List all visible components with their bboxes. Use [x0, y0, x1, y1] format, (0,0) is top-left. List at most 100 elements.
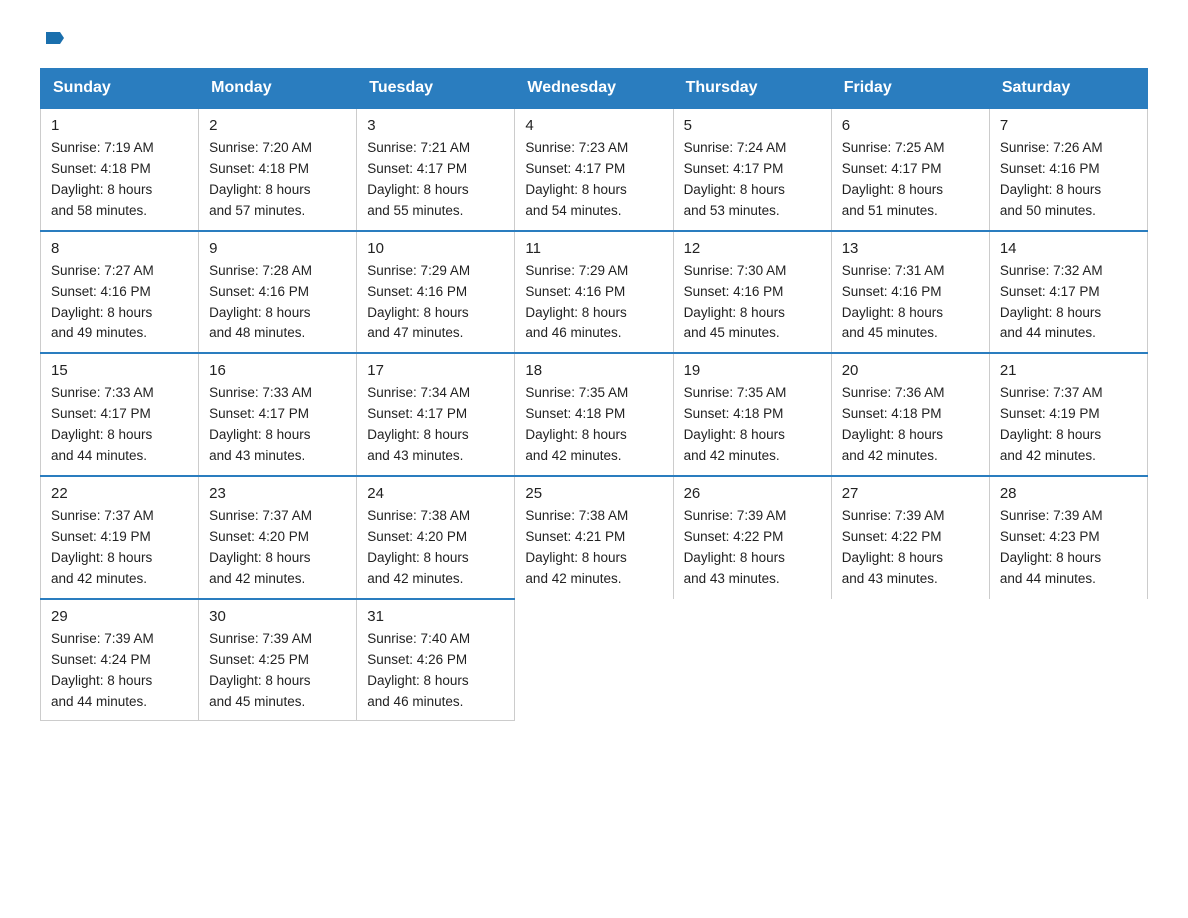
- day-number: 31: [367, 608, 504, 625]
- day-info: Sunrise: 7:26 AMSunset: 4:16 PMDaylight:…: [1000, 138, 1137, 222]
- calendar-cell: 31 Sunrise: 7:40 AMSunset: 4:26 PMDaylig…: [357, 599, 515, 721]
- day-info: Sunrise: 7:32 AMSunset: 4:17 PMDaylight:…: [1000, 261, 1137, 345]
- header-friday: Friday: [831, 69, 989, 109]
- day-number: 8: [51, 240, 188, 257]
- header-thursday: Thursday: [673, 69, 831, 109]
- day-info: Sunrise: 7:34 AMSunset: 4:17 PMDaylight:…: [367, 383, 504, 467]
- day-info: Sunrise: 7:39 AMSunset: 4:22 PMDaylight:…: [842, 506, 979, 590]
- day-number: 4: [525, 117, 662, 134]
- calendar-cell: 7 Sunrise: 7:26 AMSunset: 4:16 PMDayligh…: [989, 108, 1147, 231]
- day-info: Sunrise: 7:37 AMSunset: 4:20 PMDaylight:…: [209, 506, 346, 590]
- day-number: 12: [684, 240, 821, 257]
- calendar-table: Sunday Monday Tuesday Wednesday Thursday…: [40, 68, 1148, 721]
- calendar-cell: [515, 599, 673, 721]
- day-info: Sunrise: 7:29 AMSunset: 4:16 PMDaylight:…: [367, 261, 504, 345]
- day-number: 1: [51, 117, 188, 134]
- day-number: 3: [367, 117, 504, 134]
- calendar-cell: 17 Sunrise: 7:34 AMSunset: 4:17 PMDaylig…: [357, 353, 515, 476]
- calendar-cell: 13 Sunrise: 7:31 AMSunset: 4:16 PMDaylig…: [831, 231, 989, 354]
- calendar-cell: 8 Sunrise: 7:27 AMSunset: 4:16 PMDayligh…: [41, 231, 199, 354]
- day-number: 9: [209, 240, 346, 257]
- day-info: Sunrise: 7:35 AMSunset: 4:18 PMDaylight:…: [525, 383, 662, 467]
- header-sunday: Sunday: [41, 69, 199, 109]
- calendar-cell: 9 Sunrise: 7:28 AMSunset: 4:16 PMDayligh…: [199, 231, 357, 354]
- day-number: 16: [209, 362, 346, 379]
- day-info: Sunrise: 7:19 AMSunset: 4:18 PMDaylight:…: [51, 138, 188, 222]
- day-number: 2: [209, 117, 346, 134]
- logo: [40, 30, 64, 50]
- day-info: Sunrise: 7:28 AMSunset: 4:16 PMDaylight:…: [209, 261, 346, 345]
- logo-flag-icon: [42, 30, 64, 52]
- day-info: Sunrise: 7:20 AMSunset: 4:18 PMDaylight:…: [209, 138, 346, 222]
- calendar-cell: 21 Sunrise: 7:37 AMSunset: 4:19 PMDaylig…: [989, 353, 1147, 476]
- day-number: 7: [1000, 117, 1137, 134]
- day-number: 18: [525, 362, 662, 379]
- page-header: [40, 30, 1148, 50]
- calendar-cell: 24 Sunrise: 7:38 AMSunset: 4:20 PMDaylig…: [357, 476, 515, 599]
- day-info: Sunrise: 7:35 AMSunset: 4:18 PMDaylight:…: [684, 383, 821, 467]
- calendar-week-row: 8 Sunrise: 7:27 AMSunset: 4:16 PMDayligh…: [41, 231, 1148, 354]
- day-number: 20: [842, 362, 979, 379]
- day-info: Sunrise: 7:30 AMSunset: 4:16 PMDaylight:…: [684, 261, 821, 345]
- day-info: Sunrise: 7:27 AMSunset: 4:16 PMDaylight:…: [51, 261, 188, 345]
- calendar-cell: 14 Sunrise: 7:32 AMSunset: 4:17 PMDaylig…: [989, 231, 1147, 354]
- header-monday: Monday: [199, 69, 357, 109]
- day-number: 22: [51, 485, 188, 502]
- day-info: Sunrise: 7:39 AMSunset: 4:23 PMDaylight:…: [1000, 506, 1137, 590]
- calendar-cell: 1 Sunrise: 7:19 AMSunset: 4:18 PMDayligh…: [41, 108, 199, 231]
- calendar-cell: 15 Sunrise: 7:33 AMSunset: 4:17 PMDaylig…: [41, 353, 199, 476]
- calendar-cell: 4 Sunrise: 7:23 AMSunset: 4:17 PMDayligh…: [515, 108, 673, 231]
- weekday-header-row: Sunday Monday Tuesday Wednesday Thursday…: [41, 69, 1148, 109]
- day-info: Sunrise: 7:40 AMSunset: 4:26 PMDaylight:…: [367, 629, 504, 713]
- day-number: 21: [1000, 362, 1137, 379]
- day-number: 26: [684, 485, 821, 502]
- day-number: 29: [51, 608, 188, 625]
- day-info: Sunrise: 7:38 AMSunset: 4:21 PMDaylight:…: [525, 506, 662, 590]
- day-number: 27: [842, 485, 979, 502]
- calendar-cell: 23 Sunrise: 7:37 AMSunset: 4:20 PMDaylig…: [199, 476, 357, 599]
- day-number: 5: [684, 117, 821, 134]
- calendar-cell: 2 Sunrise: 7:20 AMSunset: 4:18 PMDayligh…: [199, 108, 357, 231]
- calendar-cell: 5 Sunrise: 7:24 AMSunset: 4:17 PMDayligh…: [673, 108, 831, 231]
- day-info: Sunrise: 7:37 AMSunset: 4:19 PMDaylight:…: [1000, 383, 1137, 467]
- calendar-cell: 11 Sunrise: 7:29 AMSunset: 4:16 PMDaylig…: [515, 231, 673, 354]
- day-number: 17: [367, 362, 504, 379]
- day-number: 19: [684, 362, 821, 379]
- day-number: 6: [842, 117, 979, 134]
- day-number: 28: [1000, 485, 1137, 502]
- header-tuesday: Tuesday: [357, 69, 515, 109]
- calendar-week-row: 22 Sunrise: 7:37 AMSunset: 4:19 PMDaylig…: [41, 476, 1148, 599]
- calendar-cell: 22 Sunrise: 7:37 AMSunset: 4:19 PMDaylig…: [41, 476, 199, 599]
- day-number: 10: [367, 240, 504, 257]
- calendar-cell: 26 Sunrise: 7:39 AMSunset: 4:22 PMDaylig…: [673, 476, 831, 599]
- day-info: Sunrise: 7:33 AMSunset: 4:17 PMDaylight:…: [209, 383, 346, 467]
- day-info: Sunrise: 7:29 AMSunset: 4:16 PMDaylight:…: [525, 261, 662, 345]
- day-info: Sunrise: 7:24 AMSunset: 4:17 PMDaylight:…: [684, 138, 821, 222]
- calendar-cell: 20 Sunrise: 7:36 AMSunset: 4:18 PMDaylig…: [831, 353, 989, 476]
- calendar-cell: 6 Sunrise: 7:25 AMSunset: 4:17 PMDayligh…: [831, 108, 989, 231]
- calendar-week-row: 29 Sunrise: 7:39 AMSunset: 4:24 PMDaylig…: [41, 599, 1148, 721]
- day-info: Sunrise: 7:39 AMSunset: 4:24 PMDaylight:…: [51, 629, 188, 713]
- day-info: Sunrise: 7:31 AMSunset: 4:16 PMDaylight:…: [842, 261, 979, 345]
- day-number: 15: [51, 362, 188, 379]
- calendar-cell: 19 Sunrise: 7:35 AMSunset: 4:18 PMDaylig…: [673, 353, 831, 476]
- calendar-cell: 30 Sunrise: 7:39 AMSunset: 4:25 PMDaylig…: [199, 599, 357, 721]
- calendar-week-row: 1 Sunrise: 7:19 AMSunset: 4:18 PMDayligh…: [41, 108, 1148, 231]
- header-saturday: Saturday: [989, 69, 1147, 109]
- day-info: Sunrise: 7:37 AMSunset: 4:19 PMDaylight:…: [51, 506, 188, 590]
- calendar-cell: 25 Sunrise: 7:38 AMSunset: 4:21 PMDaylig…: [515, 476, 673, 599]
- calendar-cell: [831, 599, 989, 721]
- day-info: Sunrise: 7:33 AMSunset: 4:17 PMDaylight:…: [51, 383, 188, 467]
- day-info: Sunrise: 7:39 AMSunset: 4:22 PMDaylight:…: [684, 506, 821, 590]
- calendar-cell: 28 Sunrise: 7:39 AMSunset: 4:23 PMDaylig…: [989, 476, 1147, 599]
- day-info: Sunrise: 7:39 AMSunset: 4:25 PMDaylight:…: [209, 629, 346, 713]
- day-number: 13: [842, 240, 979, 257]
- day-number: 23: [209, 485, 346, 502]
- calendar-cell: 16 Sunrise: 7:33 AMSunset: 4:17 PMDaylig…: [199, 353, 357, 476]
- day-info: Sunrise: 7:36 AMSunset: 4:18 PMDaylight:…: [842, 383, 979, 467]
- day-number: 11: [525, 240, 662, 257]
- day-number: 30: [209, 608, 346, 625]
- day-info: Sunrise: 7:38 AMSunset: 4:20 PMDaylight:…: [367, 506, 504, 590]
- calendar-cell: 3 Sunrise: 7:21 AMSunset: 4:17 PMDayligh…: [357, 108, 515, 231]
- calendar-week-row: 15 Sunrise: 7:33 AMSunset: 4:17 PMDaylig…: [41, 353, 1148, 476]
